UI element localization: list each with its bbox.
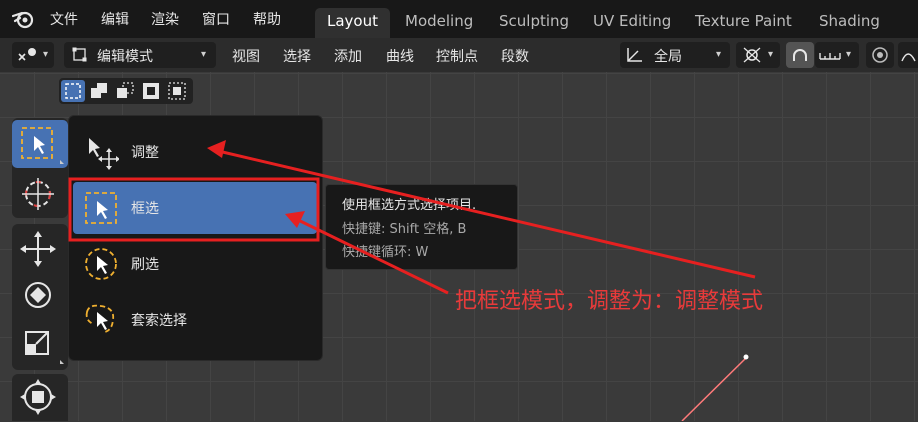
tool-option-tweak[interactable]: 调整 bbox=[73, 126, 317, 178]
menu-curve[interactable]: 曲线 bbox=[386, 46, 414, 66]
snap-target-select[interactable]: ▾ bbox=[815, 42, 859, 68]
chevron-down-icon: ▾ bbox=[43, 49, 49, 60]
tooltip-shortcut: 快捷键: Shift 空格, B bbox=[342, 222, 467, 237]
proportional-falloff-select[interactable] bbox=[898, 42, 918, 68]
tab-layout[interactable]: Layout bbox=[315, 8, 390, 38]
transform-tool[interactable] bbox=[12, 376, 68, 418]
tool-option-box-select[interactable]: 框选 bbox=[73, 182, 317, 234]
select-subtract-button[interactable] bbox=[113, 80, 137, 102]
tool-option-lasso-select[interactable]: 套索选择 bbox=[73, 294, 317, 346]
chevron-down-icon: ▾ bbox=[846, 49, 852, 60]
tool-option-label: 调整 bbox=[131, 145, 159, 161]
circle-select-icon bbox=[85, 248, 117, 280]
select-subtract-icon bbox=[117, 82, 134, 98]
select-new-icon bbox=[65, 83, 81, 99]
select-new-button[interactable] bbox=[61, 80, 85, 102]
proportional-editing-icon bbox=[872, 47, 888, 63]
editor-type-icon bbox=[18, 48, 36, 61]
cursor-tool[interactable] bbox=[12, 172, 68, 216]
select-intersect-button[interactable] bbox=[165, 80, 189, 102]
tab-sculpting[interactable]: Sculpting bbox=[487, 8, 581, 38]
mode-select-label: 编辑模式 bbox=[97, 49, 153, 65]
select-extend-button[interactable] bbox=[87, 80, 111, 102]
select-difference-icon bbox=[143, 83, 159, 99]
tab-texture-paint[interactable]: Texture Paint bbox=[683, 8, 804, 38]
tool-option-label: 框选 bbox=[131, 201, 159, 217]
transform-icon bbox=[20, 379, 56, 415]
scale-icon bbox=[25, 331, 64, 364]
selection-mode-group bbox=[59, 78, 193, 104]
magnet-icon bbox=[793, 49, 807, 61]
orientation-axes-icon bbox=[627, 48, 642, 62]
chevron-down-icon: ▾ bbox=[768, 49, 774, 60]
menu-window[interactable]: 窗口 bbox=[202, 9, 230, 29]
snap-increment-icon bbox=[819, 53, 841, 60]
edit-mode-icon bbox=[72, 47, 87, 62]
tab-uv-editing[interactable]: UV Editing bbox=[581, 8, 683, 38]
menu-edit[interactable]: 编辑 bbox=[101, 9, 129, 29]
toolbar-transform-all-group bbox=[12, 374, 68, 421]
rotate-tool[interactable] bbox=[12, 274, 68, 316]
editor-type-button[interactable]: ▾ bbox=[12, 42, 54, 68]
top-menu-bar: 文件 编辑 渲染 窗口 帮助 Layout Modeling Sculpting… bbox=[0, 0, 918, 38]
transform-orientation-label: 全局 bbox=[654, 49, 682, 65]
tooltip-description: 使用框选方式选择项目. bbox=[342, 198, 477, 213]
menu-help[interactable]: 帮助 bbox=[253, 9, 281, 29]
snap-toggle[interactable] bbox=[786, 42, 814, 68]
blender-logo-icon[interactable] bbox=[12, 9, 34, 29]
tool-popup-menu: 调整 框选 刷选 套索选择 bbox=[68, 115, 323, 361]
menu-add[interactable]: 添加 bbox=[334, 46, 362, 66]
toolbar-select-group bbox=[12, 118, 68, 218]
select-difference-button[interactable] bbox=[139, 80, 163, 102]
falloff-curve-icon bbox=[901, 53, 916, 62]
tweak-icon bbox=[89, 138, 119, 170]
pivot-point-select[interactable]: ▾ bbox=[736, 42, 780, 68]
mode-select[interactable]: 编辑模式 ▾ bbox=[64, 42, 216, 68]
proportional-editing-toggle[interactable] bbox=[866, 42, 894, 68]
lasso-select-icon bbox=[85, 304, 115, 333]
tool-option-circle-select[interactable]: 刷选 bbox=[73, 238, 317, 290]
chevron-down-icon: ▾ bbox=[201, 49, 207, 60]
annotation-text: 把框选模式，调整为：调整模式 bbox=[455, 289, 764, 314]
tooltip: 使用框选方式选择项目. 快捷键: Shift 空格, B 快捷键循环: W bbox=[325, 184, 518, 270]
box-select-icon bbox=[85, 192, 117, 224]
select-extend-icon bbox=[91, 83, 107, 98]
menu-segments[interactable]: 段数 bbox=[501, 46, 529, 66]
move-tool[interactable] bbox=[12, 228, 68, 270]
menu-view[interactable]: 视图 bbox=[232, 46, 260, 66]
menu-file[interactable]: 文件 bbox=[50, 9, 78, 29]
select-intersect-icon bbox=[168, 82, 186, 100]
tool-option-label: 刷选 bbox=[131, 257, 159, 273]
tab-shading[interactable]: Shading bbox=[807, 8, 892, 38]
toolbar-transform-group bbox=[12, 224, 68, 370]
transform-orientation-select[interactable]: 全局 ▾ bbox=[620, 42, 730, 68]
chevron-down-icon: ▾ bbox=[716, 49, 722, 60]
tab-modeling[interactable]: Modeling bbox=[393, 8, 485, 38]
3d-cursor-icon bbox=[22, 178, 54, 210]
viewport-header: ▾ 编辑模式 ▾ 视图 选择 添加 曲线 控制点 段数 全局 ▾ ▾ ▾ bbox=[0, 38, 918, 72]
move-icon bbox=[20, 231, 56, 267]
scale-tool[interactable] bbox=[12, 320, 68, 364]
tool-option-label: 套索选择 bbox=[131, 313, 187, 329]
menu-control-points[interactable]: 控制点 bbox=[436, 46, 478, 66]
box-select-tool[interactable] bbox=[12, 120, 68, 168]
menu-render[interactable]: 渲染 bbox=[151, 9, 179, 29]
pivot-point-icon bbox=[743, 47, 761, 63]
menu-select[interactable]: 选择 bbox=[283, 46, 311, 66]
tooltip-shortcut-cycle: 快捷键循环: W bbox=[342, 245, 429, 260]
box-select-icon bbox=[21, 127, 64, 164]
rotate-icon bbox=[25, 282, 51, 308]
